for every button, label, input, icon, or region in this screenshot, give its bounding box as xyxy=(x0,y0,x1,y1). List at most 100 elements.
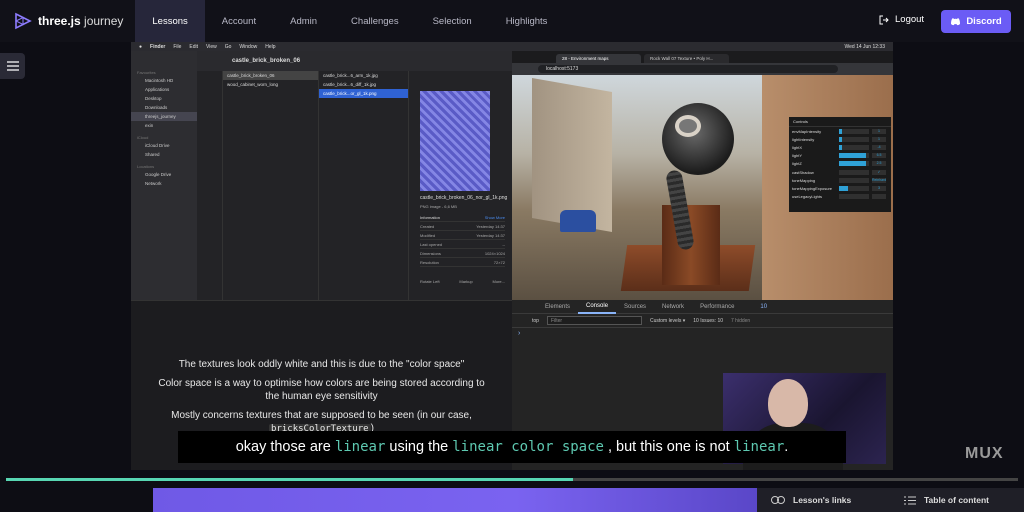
control-row[interactable]: lightZ 2.5 xyxy=(789,160,891,168)
slide-line: The textures look oddly white and this i… xyxy=(178,359,465,370)
browser-tabs: 28 - Environment maps Rock Wall 07 Textu… xyxy=(512,51,893,63)
logout-label: Logout xyxy=(895,14,925,25)
control-row[interactable]: lightIntensity 1 xyxy=(789,135,891,143)
mac-menu-item: File xyxy=(173,43,182,50)
control-row[interactable]: lightX -4 xyxy=(789,143,891,151)
control-value[interactable]: 3 xyxy=(872,185,886,191)
sidebar-item: Downloads xyxy=(145,105,168,110)
mac-menu-bar: ● Finder File Edit View Go Window Help W… xyxy=(131,42,893,51)
control-value[interactable]: 6.5 xyxy=(872,153,886,159)
mac-menu-item: Edit xyxy=(189,43,198,50)
controls-title: Controls xyxy=(789,117,891,127)
issues-count: 10 Issues: 10 xyxy=(693,317,724,324)
nav-highlights[interactable]: Highlights xyxy=(489,0,565,42)
control-row[interactable]: envMapIntensity 1 xyxy=(789,127,891,135)
control-slider[interactable] xyxy=(839,153,869,159)
control-value[interactable]: ✓ xyxy=(872,169,886,175)
debug-controls-panel: Controls envMapIntensity 1 lightIntensity 1… xyxy=(789,117,891,212)
mac-menu-item: Finder xyxy=(150,43,166,50)
lesson-banner xyxy=(153,488,757,512)
sidebar-heading: iCloud xyxy=(137,135,149,140)
file-info-panel: castle_brick_broken_06_nor_gl_1k.png PNG… xyxy=(420,195,507,284)
scene-building xyxy=(532,77,612,233)
subtitle-code: linear xyxy=(334,439,386,455)
console-prompt: › xyxy=(518,330,521,337)
control-row[interactable]: useLegacyLights xyxy=(789,193,891,201)
nav-admin[interactable]: Admin xyxy=(273,0,334,42)
side-menu-button[interactable] xyxy=(0,53,25,79)
devtools-tabs: Elements Console Sources Network Perform… xyxy=(512,300,893,314)
scene-flight-helmet xyxy=(662,103,734,175)
subtitle-text: . xyxy=(784,439,789,455)
issues-badge: 10 xyxy=(760,303,768,310)
instructor-head xyxy=(768,379,808,427)
subtitle-text: okay those are xyxy=(235,439,331,455)
nav-lessons[interactable]: Lessons xyxy=(135,0,205,42)
sidebar-item: iCloud Drive xyxy=(145,143,170,148)
control-slider-fill xyxy=(839,144,842,150)
info-actions: Rotate Left Markup More... xyxy=(420,279,505,284)
list-icon xyxy=(904,496,916,504)
scene-car xyxy=(560,210,596,232)
control-slider[interactable] xyxy=(839,185,869,191)
sidebar-item: Shared xyxy=(145,152,160,157)
mux-logo: MUX xyxy=(965,445,1004,462)
control-value[interactable]: Reinhard xyxy=(872,177,886,183)
subtitle-text: using the xyxy=(389,439,449,455)
control-slider[interactable] xyxy=(839,136,869,142)
video-progress[interactable] xyxy=(0,470,1024,484)
hamburger-icon xyxy=(6,61,19,71)
browser-tab: 28 - Environment maps xyxy=(556,54,641,63)
logo-text: three.js journey xyxy=(38,14,124,28)
control-value[interactable]: -4 xyxy=(872,144,886,150)
control-slider[interactable] xyxy=(839,128,869,134)
discord-button[interactable]: Discord xyxy=(941,10,1011,33)
control-label: lightY xyxy=(792,153,803,159)
finder-sidebar: Favourites Macintosh HD Applications Des… xyxy=(131,51,197,300)
slide-line: Color space is a way to optimise how col… xyxy=(158,378,485,389)
control-row[interactable]: toneMapping Reinhard xyxy=(789,176,891,184)
nav-selection[interactable]: Selection xyxy=(416,0,489,42)
discord-label: Discord xyxy=(966,16,1002,27)
control-row[interactable]: toneMappingExposure 3 xyxy=(789,184,891,192)
threejs-scene: Controls envMapIntensity 1 lightIntensity 1… xyxy=(512,75,893,300)
control-label: envMapIntensity xyxy=(792,128,822,134)
scene-goggle xyxy=(675,115,701,137)
table-of-content-button[interactable]: Table of content xyxy=(890,488,1023,512)
control-value[interactable]: 2.5 xyxy=(872,161,886,167)
control-row[interactable]: lightY 6.5 xyxy=(789,152,891,160)
control-value[interactable]: 1 xyxy=(872,136,886,142)
slide-line: Mostly concerns textures that are suppos… xyxy=(171,410,472,421)
main-nav: Lessons Account Admin Challenges Selecti… xyxy=(135,0,564,42)
control-label: castShadow xyxy=(792,169,814,175)
control-row[interactable]: castShadow ✓ xyxy=(789,168,891,176)
control-value[interactable] xyxy=(872,194,886,200)
file-row: castle_brick...6_arm_1k.jpg xyxy=(323,73,378,78)
apple-icon: ● xyxy=(139,43,143,50)
nav-challenges[interactable]: Challenges xyxy=(334,0,416,42)
control-label: useLegacyLights xyxy=(792,194,823,200)
mac-clock: Wed 14 Jun 12:33 xyxy=(844,43,886,50)
mac-menu-item: Help xyxy=(265,43,276,50)
lessons-links-button[interactable]: Lesson's links xyxy=(757,488,890,512)
control-value[interactable]: 1 xyxy=(872,128,886,134)
control-label: toneMappingExposure xyxy=(792,185,833,191)
control-slider[interactable] xyxy=(839,194,869,200)
sidebar-heading: Favourites xyxy=(137,70,156,75)
control-slider[interactable] xyxy=(839,144,869,150)
devtools-tab: Console xyxy=(578,300,617,314)
control-slider[interactable] xyxy=(839,161,869,167)
control-slider-fill xyxy=(839,128,842,134)
file-row: castle_brick_broken_06 xyxy=(223,71,318,80)
logout-button[interactable]: Logout xyxy=(879,14,924,25)
address-bar: localhost:5173 xyxy=(512,63,893,75)
sidebar-item: threejs_journey xyxy=(131,112,197,121)
lesson-video[interactable]: ● Finder File Edit View Go Window Help W… xyxy=(131,42,893,470)
site-logo[interactable]: three.js journey xyxy=(14,12,123,30)
control-slider[interactable] xyxy=(839,169,869,175)
file-row: castle_brick...6_diff_1k.jpg xyxy=(323,82,376,87)
devtools-tab: Performance xyxy=(700,303,735,310)
control-slider[interactable] xyxy=(839,177,869,183)
nav-account[interactable]: Account xyxy=(205,0,273,42)
threejs-logo-icon xyxy=(14,12,32,30)
